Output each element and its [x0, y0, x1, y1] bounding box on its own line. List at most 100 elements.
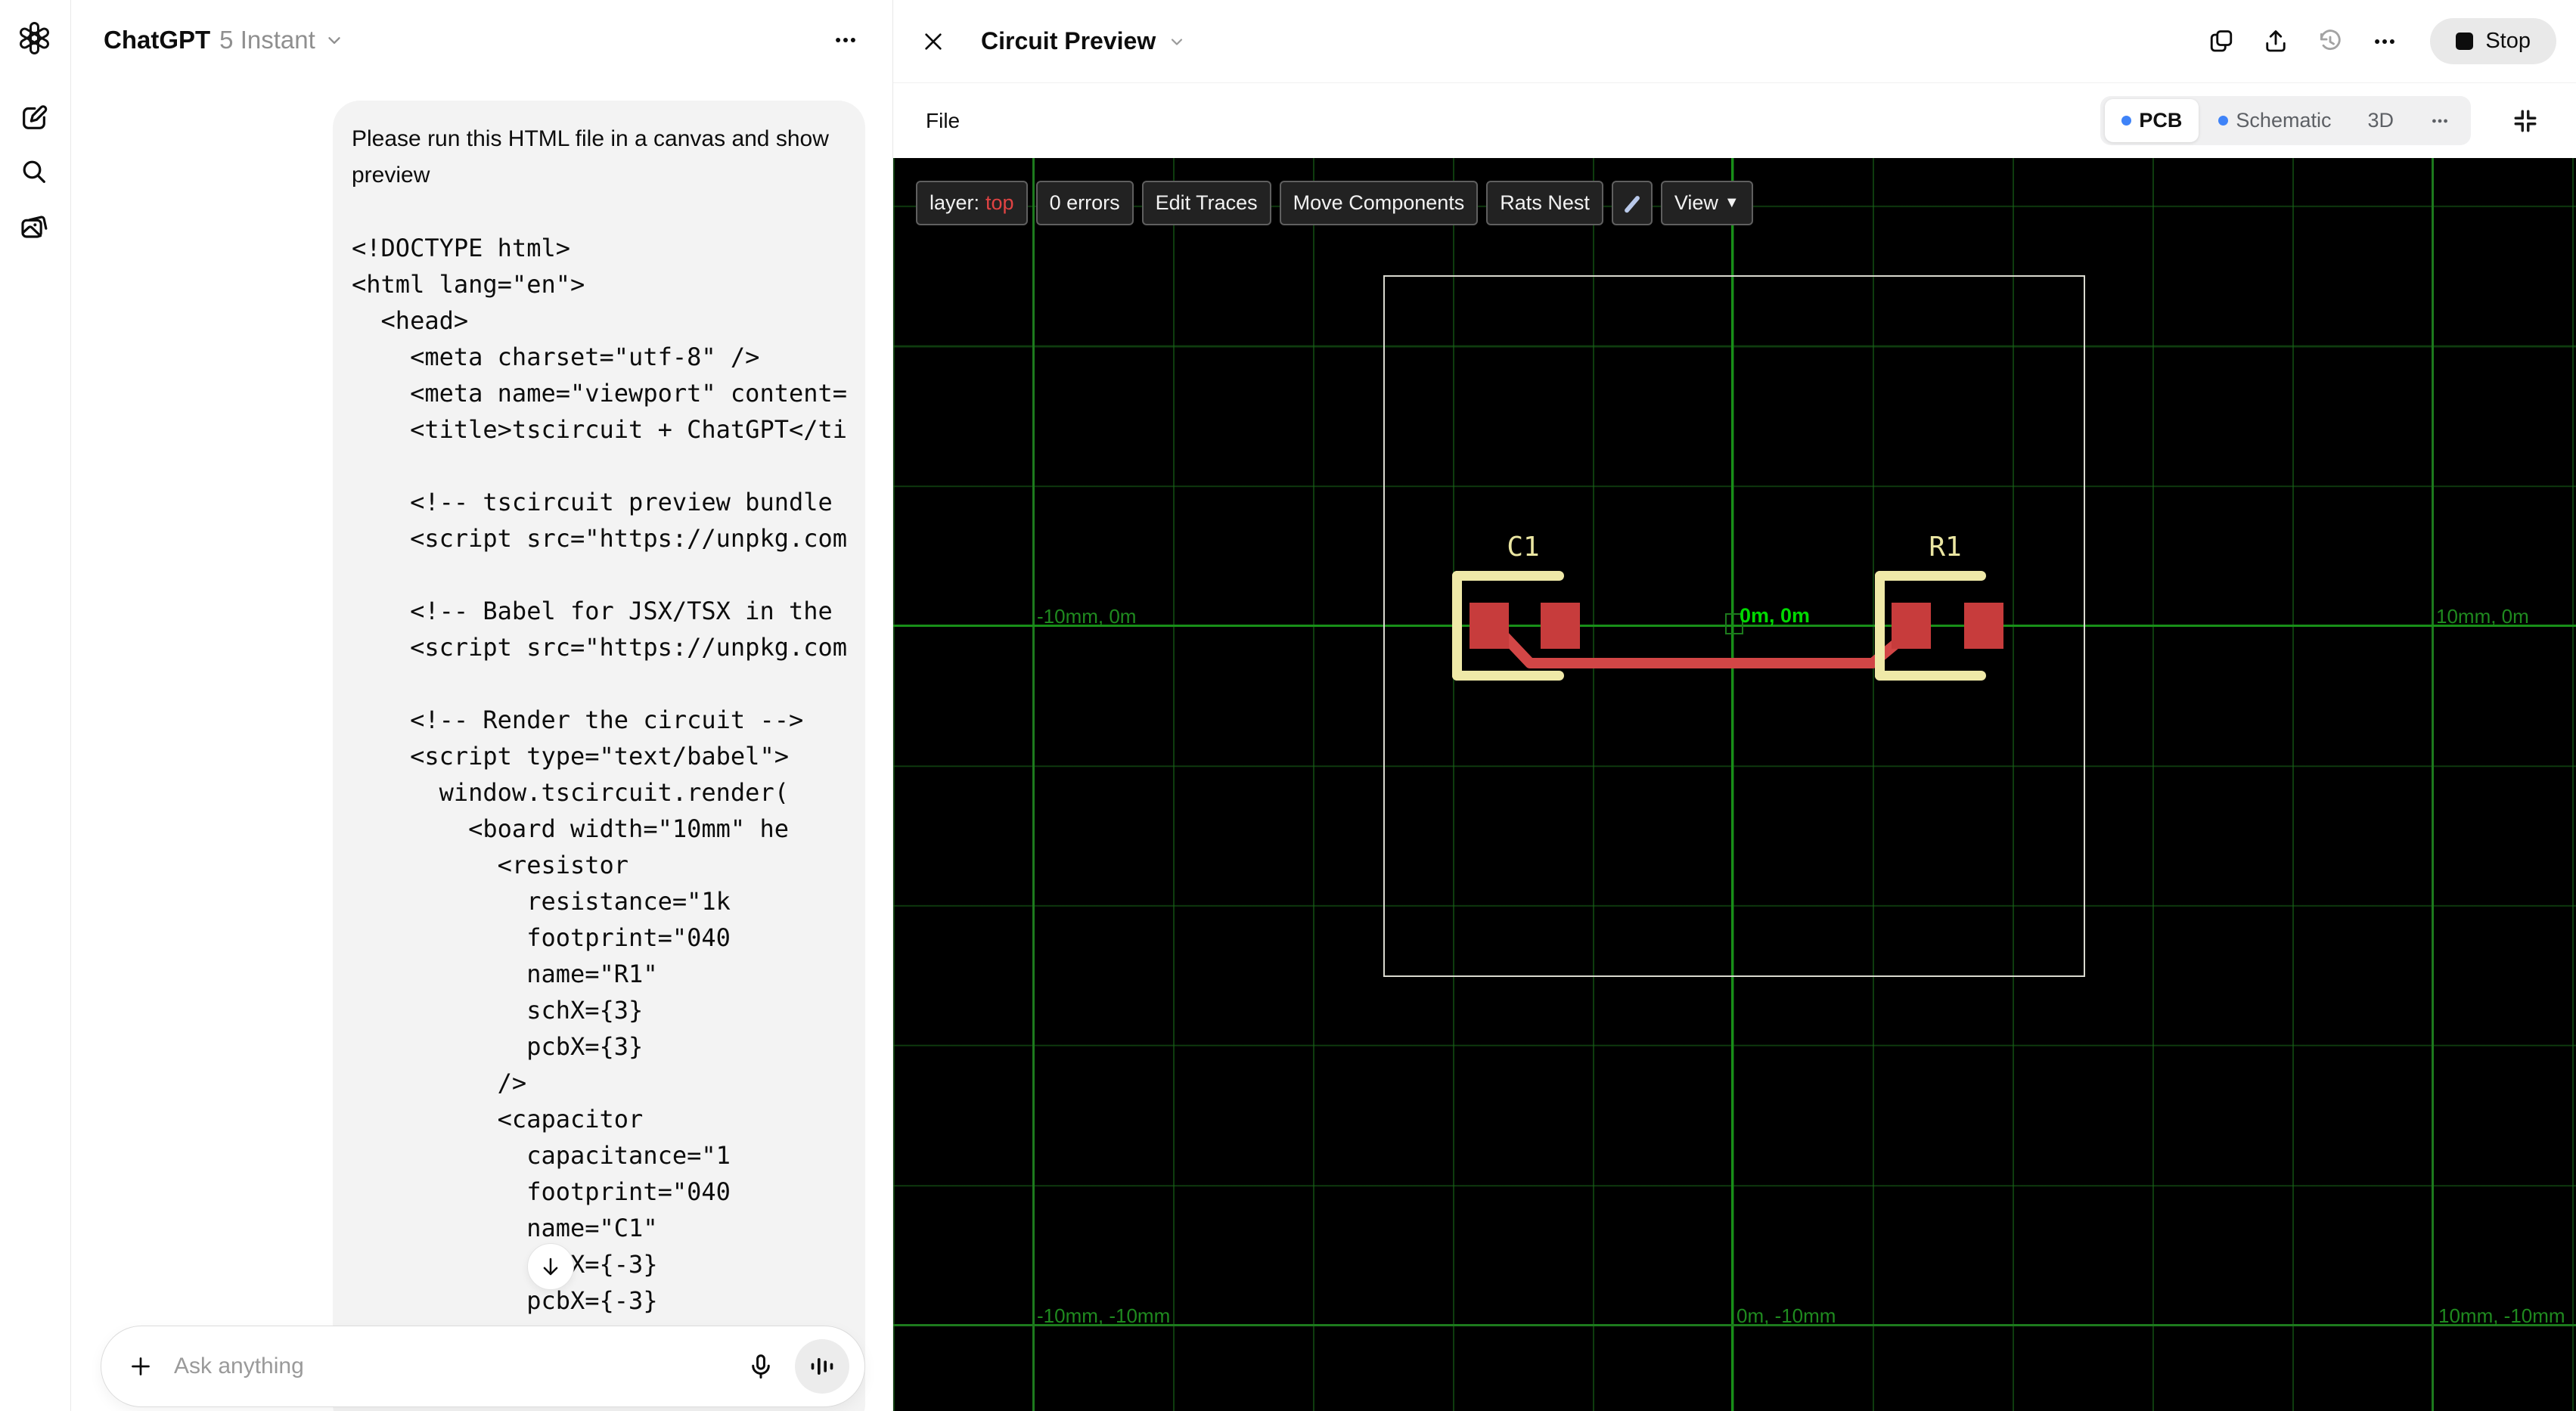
- collapse-icon: [2514, 110, 2537, 132]
- tab-schematic-label: Schematic: [2236, 109, 2332, 132]
- tab-overflow-button[interactable]: [2413, 99, 2466, 142]
- conversation-options-button[interactable]: [829, 23, 862, 57]
- r1-pad-1[interactable]: [1892, 603, 1931, 649]
- pcb-toolbar: layer: top 0 errors Edit Traces Move Com…: [916, 181, 1753, 225]
- share-canvas-button[interactable]: [2258, 23, 2294, 60]
- code-line: <!DOCTYPE html>: [352, 234, 570, 262]
- user-message-bubble: Please run this HTML file in a canvas an…: [333, 101, 865, 1411]
- new-chat-button[interactable]: [17, 101, 51, 135]
- tab-pcb[interactable]: PCB: [2105, 99, 2199, 142]
- code-line: />: [352, 1068, 527, 1097]
- code-line: window.tscircuit.render(: [352, 778, 789, 807]
- coord-label-left: -10mm, 0m: [1037, 605, 1137, 628]
- tab-pcb-label: PCB: [2139, 109, 2183, 132]
- code-line: name="R1": [352, 960, 658, 988]
- edit-traces-label: Edit Traces: [1155, 191, 1258, 214]
- code-line: <script src="https://unpkg.com: [352, 524, 846, 553]
- pcb-viewport[interactable]: C1 R1 0m, 0m -10mm, 0m 10mm, 0m -10mm, -…: [893, 158, 2576, 1411]
- schematic-status-dot: [2218, 116, 2229, 126]
- voice-mode-button[interactable]: [795, 1339, 849, 1394]
- tab-3d-label: 3D: [2367, 109, 2394, 132]
- code-line: schX={-3}: [352, 1250, 658, 1279]
- coord-label-bottom-right: 10mm, -10mm: [2438, 1304, 2565, 1327]
- rats-nest-label: Rats Nest: [1500, 191, 1590, 214]
- canvas-options-button[interactable]: [2367, 23, 2403, 60]
- r1-pad-2[interactable]: [1964, 603, 2003, 649]
- sidebar-rail: [0, 0, 71, 1411]
- code-line: <meta charset="utf-8" />: [352, 343, 760, 371]
- user-code-block: <!DOCTYPE html> <html lang="en"> <head> <…: [352, 230, 846, 1355]
- draw-tool-button[interactable]: [1611, 181, 1653, 225]
- more-dots-icon: [2432, 119, 2447, 122]
- model-switcher[interactable]: ChatGPT 5 Instant: [104, 26, 344, 54]
- chevron-down-icon: [328, 36, 340, 44]
- r1-silkscreen-bottom: [1875, 671, 1986, 681]
- attach-plus-icon[interactable]: [127, 1353, 154, 1380]
- code-line: schX={3}: [352, 996, 644, 1025]
- search-chats-button[interactable]: [17, 154, 51, 189]
- openai-logo: [19, 21, 49, 54]
- openai-logo-icon[interactable]: [17, 20, 51, 55]
- pcb-trace: [1498, 631, 1904, 668]
- c1-silkscreen-top: [1452, 571, 1564, 581]
- errors-button[interactable]: 0 errors: [1035, 181, 1134, 225]
- view-mode-switcher: PCB Schematic 3D: [2100, 96, 2471, 145]
- code-line: footprint="040: [352, 923, 731, 952]
- view-menu-button[interactable]: View ▼: [1660, 181, 1753, 225]
- collapse-preview-button[interactable]: [2507, 103, 2543, 139]
- edit-traces-button[interactable]: Edit Traces: [1141, 181, 1271, 225]
- chat-input[interactable]: [174, 1354, 743, 1379]
- pcb-status-dot: [2121, 116, 2132, 126]
- coord-label-bottom-center: 0m, -10mm: [1736, 1304, 1836, 1327]
- c1-pad-2[interactable]: [1541, 603, 1580, 649]
- r1-silkscreen-left: [1875, 571, 1885, 681]
- c1-pad-1[interactable]: [1470, 603, 1509, 649]
- code-line: <!-- Babel for JSX/TSX in the: [352, 597, 833, 625]
- chevron-down-icon: [1172, 38, 1183, 45]
- canvas-title-menu[interactable]: Circuit Preview: [981, 27, 1186, 55]
- share-upload-icon: [2266, 29, 2286, 51]
- layer-select-button[interactable]: layer: top: [916, 181, 1028, 225]
- code-line: <html lang="en">: [352, 270, 585, 299]
- code-line: <!-- tscircuit preview bundle: [352, 488, 833, 516]
- coord-label-bottom-left: -10mm, -10mm: [1037, 1304, 1171, 1327]
- code-line: footprint="040: [352, 1177, 731, 1206]
- stop-square-icon: [2456, 33, 2474, 50]
- library-button[interactable]: [17, 209, 51, 244]
- close-icon: [925, 33, 942, 50]
- c1-reference-label: C1: [1507, 532, 1540, 563]
- code-line: <board width="10mm" he: [352, 814, 789, 843]
- code-line: resistance="1k: [352, 887, 731, 916]
- version-history-button[interactable]: [2312, 23, 2348, 60]
- copy-canvas-button[interactable]: [2203, 23, 2239, 60]
- voice-waveform-icon: [811, 1358, 833, 1375]
- move-components-button[interactable]: Move Components: [1279, 181, 1479, 225]
- code-line: <script type="text/babel">: [352, 742, 789, 771]
- caret-down-icon: ▼: [1724, 194, 1740, 211]
- more-dots-icon: [836, 37, 855, 42]
- r1-reference-label: R1: [1929, 532, 1962, 563]
- user-message-text: Please run this HTML file in a canvas an…: [352, 126, 836, 188]
- code-line: pcbX={-3}: [352, 1286, 658, 1315]
- image-library-icon: [21, 216, 48, 238]
- pencil-icon: [1624, 195, 1640, 212]
- tab-schematic[interactable]: Schematic: [2202, 99, 2348, 142]
- file-menu[interactable]: File: [926, 109, 960, 133]
- app-title: ChatGPT: [104, 25, 211, 54]
- tab-3d[interactable]: 3D: [2351, 99, 2410, 142]
- close-canvas-button[interactable]: [916, 24, 951, 59]
- stop-button[interactable]: Stop: [2430, 18, 2556, 64]
- dictate-button[interactable]: [743, 1349, 778, 1384]
- code-line: <title>tscircuit + ChatGPT</ti: [352, 415, 846, 444]
- code-line: <meta name="viewport" content=: [352, 379, 846, 408]
- scroll-to-bottom-button[interactable]: [527, 1243, 574, 1290]
- chat-panel: ChatGPT 5 Instant Please run this HTML f…: [71, 0, 892, 1411]
- code-line: name="C1": [352, 1214, 658, 1242]
- rats-nest-button[interactable]: Rats Nest: [1486, 181, 1603, 225]
- layer-value: top: [985, 191, 1014, 214]
- origin-coordinate-label: 0m, 0m: [1740, 604, 1811, 627]
- more-dots-icon: [2375, 39, 2395, 44]
- errors-label: 0 errors: [1049, 191, 1120, 214]
